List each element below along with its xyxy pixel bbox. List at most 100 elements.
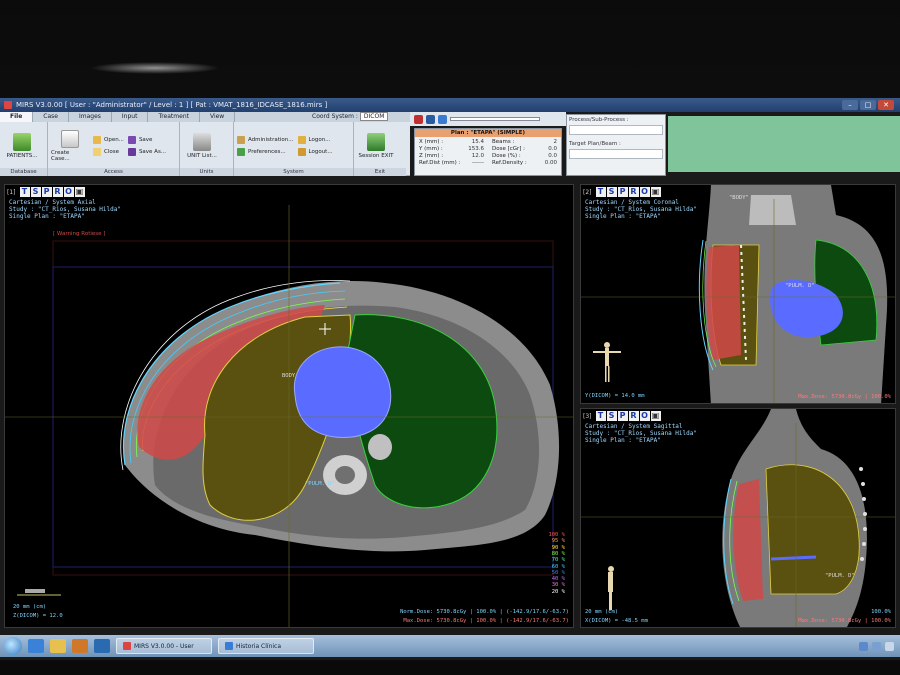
minimize-button[interactable]: – xyxy=(842,100,858,110)
checkmark-icon xyxy=(237,148,245,156)
tool-r[interactable]: R xyxy=(52,187,63,197)
preferences-button[interactable]: Preferences... xyxy=(237,148,294,156)
logon-button[interactable]: Logon... xyxy=(297,136,333,144)
tool-o[interactable]: O xyxy=(639,187,650,197)
administration-button[interactable]: Administration... xyxy=(237,136,294,144)
tool-s[interactable]: S xyxy=(606,411,617,421)
new-document-icon xyxy=(61,130,79,148)
tool-o[interactable]: O xyxy=(639,411,650,421)
sagittal-toolbar: [3] T S P R O ▣ xyxy=(583,411,661,421)
window-title: MIRS V3.0.00 [ User : "Administrator" / … xyxy=(16,101,328,109)
tool-t[interactable]: T xyxy=(595,411,606,421)
folder-icon xyxy=(93,148,101,156)
plan-field-value: 153.6 xyxy=(468,146,484,152)
tool-p[interactable]: P xyxy=(617,411,628,421)
volume-icon[interactable] xyxy=(872,641,881,651)
camera-icon[interactable]: ▣ xyxy=(74,187,85,197)
axial-slice-position: Z(DICOM) = 12.0 xyxy=(13,613,63,619)
network-icon[interactable] xyxy=(859,641,868,651)
plan-field-label: Ref.Dist (mm) : xyxy=(419,160,461,166)
save-button[interactable]: Save xyxy=(127,136,166,144)
body-label-coronal: "BODY" xyxy=(729,195,749,201)
flag-icon[interactable] xyxy=(885,641,894,651)
plan-info-panel: Plan : "ETAPA" (SIMPLE) X (mm) : 15.4 Beam… xyxy=(414,128,562,176)
tool-t[interactable]: T xyxy=(595,187,606,197)
tool-p[interactable]: P xyxy=(617,187,628,197)
coronal-system: Cartesian / System Coronal xyxy=(585,199,679,206)
system-tray xyxy=(859,641,900,651)
patients-label: PATIENTS... xyxy=(6,153,38,159)
plan-field-value: 0.0 xyxy=(548,146,557,152)
quick-tools xyxy=(410,112,566,126)
pulm-label-axial: "PULM. D" xyxy=(305,481,335,487)
plan-field-value: 12.0 xyxy=(471,153,484,159)
tab-view[interactable]: View xyxy=(200,112,236,122)
linac-unit-icon xyxy=(193,133,211,151)
plan-row: Ref.Density : 0.00 xyxy=(492,160,557,166)
pulm-label-sagittal: "PULM. D" xyxy=(825,573,855,579)
close-button[interactable]: ✕ xyxy=(878,100,894,110)
ie-icon[interactable] xyxy=(28,639,44,653)
tab-input[interactable]: Input xyxy=(112,112,149,122)
coronal-study: Study : "CT_Rios, Susana Hilda" xyxy=(585,206,697,213)
tool-r[interactable]: R xyxy=(628,411,639,421)
word-icon[interactable] xyxy=(94,639,110,653)
media-icon[interactable] xyxy=(72,639,88,653)
logout-button[interactable]: Logout... xyxy=(297,148,333,156)
plan-field-value: ------ xyxy=(472,160,484,166)
help-icon[interactable] xyxy=(438,114,447,124)
coronal-plan: Single Plan : "ETAPA" xyxy=(585,213,661,220)
record-icon[interactable] xyxy=(414,114,423,124)
explorer-folder-icon[interactable] xyxy=(50,639,66,653)
unit-list-button[interactable]: UNIT List... xyxy=(183,133,221,159)
group-label-units: Units xyxy=(180,168,233,176)
isodose-legend-entry: 20 % xyxy=(551,588,565,595)
group-units: UNIT List... Units xyxy=(180,122,234,176)
coord-select[interactable]: DICOM xyxy=(359,112,389,121)
close-case-button[interactable]: Close xyxy=(93,148,124,156)
logon-label: Logon... xyxy=(308,137,331,143)
plan-field-label: Ref.Density : xyxy=(492,160,527,166)
patients-button[interactable]: PATIENTS... xyxy=(3,133,41,159)
plan-row: X (mm) : 15.4 xyxy=(419,139,484,145)
create-case-button[interactable]: Create Case... xyxy=(51,130,89,162)
plan-field-value: 0.0 xyxy=(548,153,557,159)
tab-images[interactable]: Images xyxy=(69,112,112,122)
start-button[interactable] xyxy=(4,637,22,655)
axial-study: Study : "CT_Rios, Susana Hilda" xyxy=(9,206,121,213)
tab-treatment[interactable]: Treatment xyxy=(148,112,200,122)
tool-p[interactable]: P xyxy=(41,187,52,197)
tab-file[interactable]: File xyxy=(0,112,34,122)
maximize-button[interactable]: □ xyxy=(860,100,876,110)
plan-field-value: 15.4 xyxy=(471,139,484,145)
taskbar-item-historia[interactable]: Historia Clínica xyxy=(218,638,314,654)
tool-r[interactable]: R xyxy=(628,187,639,197)
coronal-viewport[interactable]: [2] T S P R O ▣ Cartesian / System Coron… xyxy=(580,184,896,404)
tool-t[interactable]: T xyxy=(19,187,30,197)
gear-icon[interactable] xyxy=(426,114,435,124)
save-label: Save xyxy=(138,137,153,143)
plan-row: Ref.Dist (mm) : ------ xyxy=(419,160,484,166)
camera-icon[interactable]: ▣ xyxy=(650,187,661,197)
plan-field-label: Y (mm) : xyxy=(419,146,443,152)
tool-s[interactable]: S xyxy=(30,187,41,197)
taskbar-item-mirs[interactable]: MIRS V3.0.00 - User xyxy=(116,638,212,654)
plan-row: Beams : 2 xyxy=(492,139,557,145)
pulm-label-coronal: "PULM. D" xyxy=(785,283,815,289)
camera-icon[interactable]: ▣ xyxy=(650,411,661,421)
axial-viewport[interactable]: [1] T S P R O ▣ Cartesian / System Axial… xyxy=(4,184,574,628)
open-button[interactable]: Open... xyxy=(93,136,124,144)
tool-s[interactable]: S xyxy=(606,187,617,197)
admin-icon xyxy=(237,136,245,144)
save-as-button[interactable]: Save As... xyxy=(127,148,166,156)
group-label-access: Access xyxy=(48,168,179,176)
tab-case[interactable]: Case xyxy=(33,112,69,122)
sagittal-info: Cartesian / System Sagittal Study : "CT_… xyxy=(585,423,697,444)
session-exit-button[interactable]: Session EXIT xyxy=(357,133,395,159)
tool-o[interactable]: O xyxy=(63,187,74,197)
sagittal-viewport[interactable]: [3] T S P R O ▣ Cartesian / System Sagit… xyxy=(580,408,896,628)
taskbar-item-mirs-label: MIRS V3.0.00 - User xyxy=(134,642,194,650)
opacity-slider[interactable] xyxy=(450,117,540,121)
target-plan-label: Target Plan/Beam : xyxy=(569,141,621,147)
axial-system: Cartesian / System Axial xyxy=(9,199,96,206)
